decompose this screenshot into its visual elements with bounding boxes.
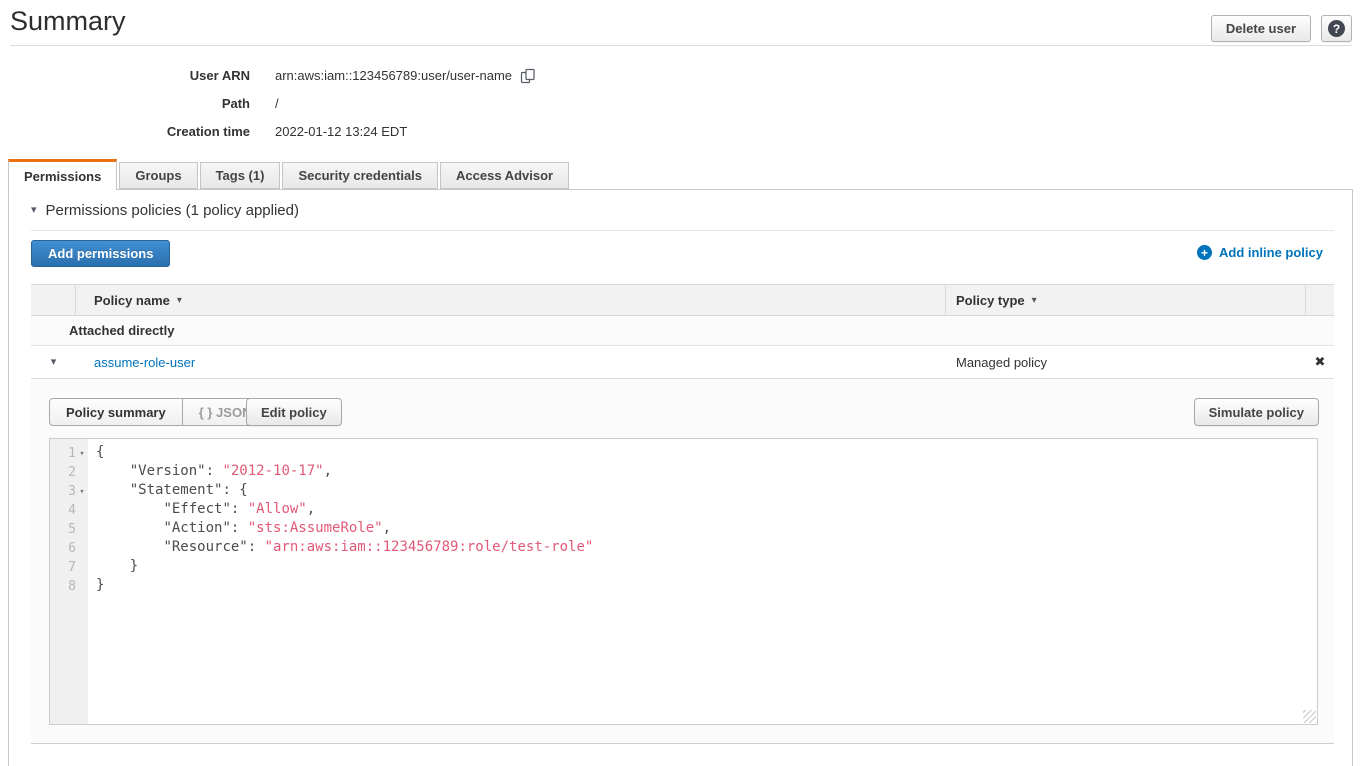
- delete-user-button[interactable]: Delete user: [1211, 15, 1311, 42]
- help-icon: ?: [1328, 20, 1345, 37]
- add-inline-policy-label: Add inline policy: [1219, 245, 1323, 260]
- meta-row-path: Path /: [10, 94, 536, 113]
- editor-resize-handle[interactable]: [1303, 710, 1316, 723]
- copy-icon[interactable]: [520, 68, 536, 84]
- fold-caret-icon[interactable]: ▾: [76, 487, 88, 497]
- editor-code: { "Version": "2012-10-17", "Statement": …: [88, 439, 1317, 724]
- editor-gutter: 1▾23▾45678: [50, 439, 88, 724]
- policy-type-header-label: Policy type: [956, 293, 1025, 308]
- column-header-policy-type[interactable]: Policy type ▾: [946, 285, 1306, 315]
- edit-policy-button[interactable]: Edit policy: [246, 398, 342, 426]
- line-number: 7: [50, 558, 88, 577]
- section-collapse-caret-icon: ▾: [31, 205, 37, 216]
- sort-caret-icon: ▾: [177, 295, 182, 306]
- line-number: 1▾: [50, 444, 88, 463]
- code-line: }: [96, 577, 1317, 596]
- meta-row-user-arn: User ARN arn:aws:iam::123456789:user/use…: [10, 66, 536, 85]
- permissions-tab-panel: ▾ Permissions policies (1 policy applied…: [8, 189, 1353, 766]
- user-arn-label: User ARN: [10, 68, 250, 83]
- code-line: "Statement": {: [96, 482, 1317, 501]
- line-number: 8: [50, 577, 88, 596]
- header-divider: [10, 45, 1352, 46]
- code-line: }: [96, 558, 1317, 577]
- attached-directly-group-row: Attached directly: [31, 316, 1334, 346]
- code-line: "Version": "2012-10-17",: [96, 463, 1317, 482]
- help-button[interactable]: ?: [1321, 15, 1352, 42]
- creation-time-value: 2022-01-12 13:24 EDT: [275, 124, 407, 139]
- policy-table: Policy name ▾ Policy type ▾ Attached dir…: [31, 284, 1334, 379]
- line-number: 5: [50, 520, 88, 539]
- sort-caret-icon: ▾: [1032, 295, 1037, 306]
- tab-security-credentials[interactable]: Security credentials: [282, 162, 438, 189]
- tab-bar: Permissions Groups Tags (1) Security cre…: [8, 159, 569, 189]
- policy-table-header: Policy name ▾ Policy type ▾: [31, 284, 1334, 316]
- iam-user-summary-page: Summary Delete user ? User ARN arn:aws:i…: [0, 0, 1362, 766]
- section-heading: Permissions policies (1 policy applied): [46, 202, 299, 219]
- policy-summary-button[interactable]: Policy summary: [49, 398, 183, 426]
- remove-policy-icon[interactable]: ✖: [1315, 354, 1326, 370]
- line-number: 2: [50, 463, 88, 482]
- row-expand-toggle[interactable]: ▾: [31, 357, 76, 368]
- policy-detail-expanded: Policy summary { } JSON Edit policy Simu…: [31, 379, 1334, 744]
- header-actions-column: [1306, 285, 1334, 315]
- path-value: /: [275, 96, 279, 111]
- column-header-policy-name[interactable]: Policy name ▾: [76, 285, 946, 315]
- policy-name-link[interactable]: assume-role-user: [94, 355, 195, 370]
- user-meta: User ARN arn:aws:iam::123456789:user/use…: [10, 66, 536, 150]
- row-expand-caret-icon: ▾: [51, 357, 57, 368]
- code-line: "Action": "sts:AssumeRole",: [96, 520, 1317, 539]
- page-title: Summary: [10, 6, 126, 37]
- header-expander-column: [31, 285, 76, 315]
- policy-name-header-label: Policy name: [94, 293, 170, 308]
- meta-row-creation-time: Creation time 2022-01-12 13:24 EDT: [10, 122, 536, 141]
- code-line: "Resource": "arn:aws:iam::123456789:role…: [96, 539, 1317, 558]
- code-line: {: [96, 444, 1317, 463]
- policy-row: ▾ assume-role-user Managed policy ✖: [31, 346, 1334, 379]
- policy-view-toggle-group: Policy summary { } JSON: [49, 398, 268, 426]
- line-number: 6: [50, 539, 88, 558]
- user-arn-text: arn:aws:iam::123456789:user/user-name: [275, 68, 512, 83]
- fold-caret-icon[interactable]: ▾: [76, 449, 88, 459]
- simulate-policy-button[interactable]: Simulate policy: [1194, 398, 1319, 426]
- add-permissions-button[interactable]: Add permissions: [31, 240, 170, 267]
- line-number: 4: [50, 501, 88, 520]
- tab-permissions[interactable]: Permissions: [8, 159, 117, 190]
- plus-icon: +: [1197, 245, 1212, 260]
- user-arn-value: arn:aws:iam::123456789:user/user-name: [275, 68, 536, 84]
- header-actions: Delete user ?: [1211, 15, 1352, 42]
- tab-groups[interactable]: Groups: [119, 162, 197, 189]
- policy-type-cell: Managed policy: [946, 355, 1306, 370]
- code-line: "Effect": "Allow",: [96, 501, 1317, 520]
- tab-tags[interactable]: Tags (1): [200, 162, 281, 189]
- path-label: Path: [10, 96, 250, 111]
- section-divider: [31, 230, 1334, 231]
- tab-access-advisor[interactable]: Access Advisor: [440, 162, 569, 189]
- permissions-policies-section-toggle[interactable]: ▾ Permissions policies (1 policy applied…: [31, 202, 299, 219]
- json-policy-editor[interactable]: 1▾23▾45678 { "Version": "2012-10-17", "S…: [49, 438, 1318, 725]
- add-inline-policy-link[interactable]: + Add inline policy: [1197, 245, 1323, 260]
- line-number: 3▾: [50, 482, 88, 501]
- creation-time-label: Creation time: [10, 124, 250, 139]
